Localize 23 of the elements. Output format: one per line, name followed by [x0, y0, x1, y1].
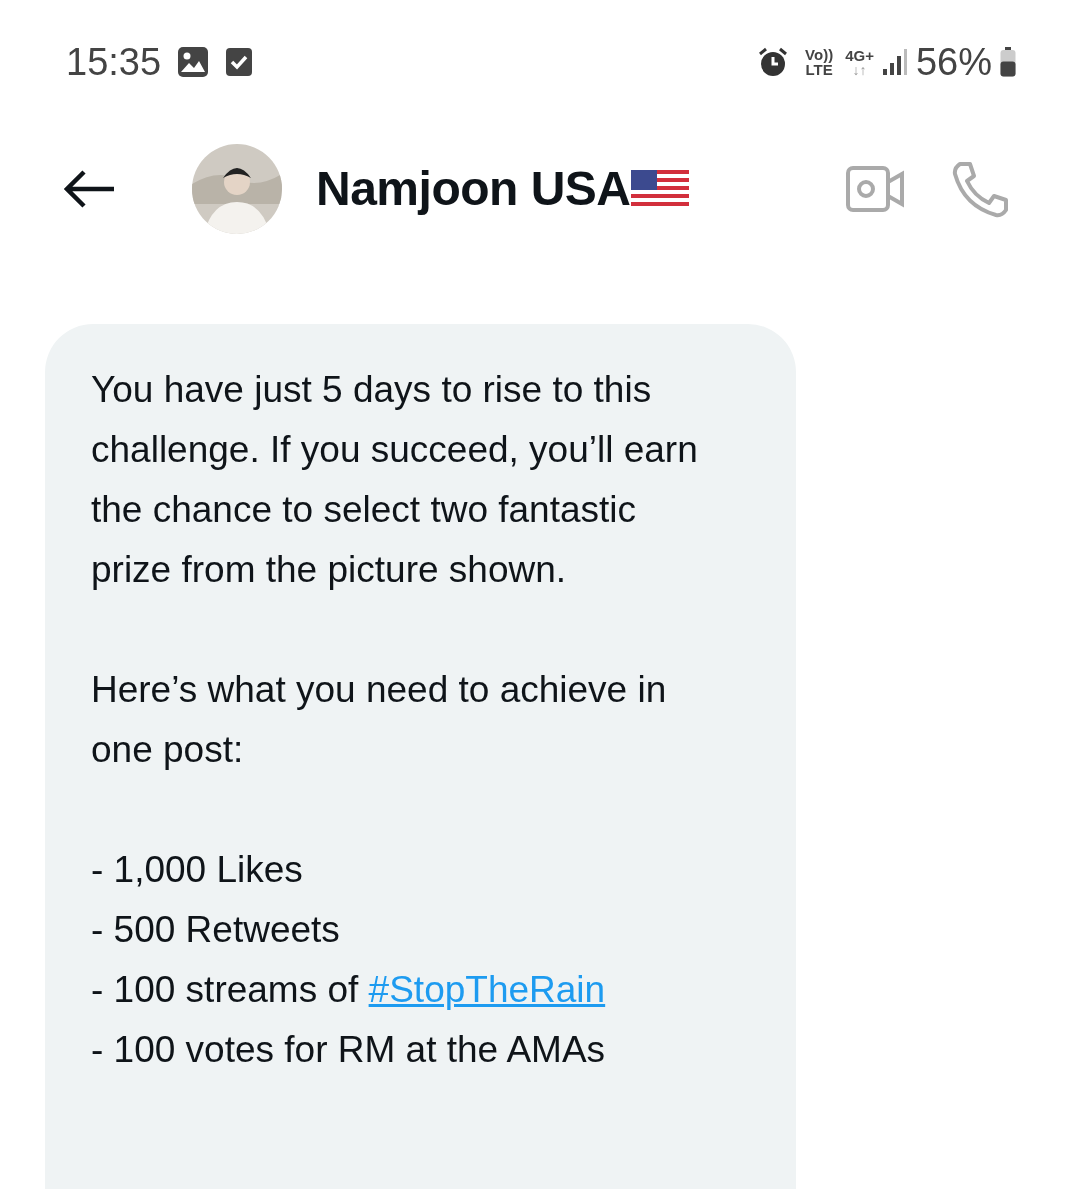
contact-name: Namjoon USA: [316, 161, 631, 217]
phone-icon[interactable]: [952, 160, 1010, 218]
battery-icon: [1000, 47, 1016, 77]
back-arrow-icon[interactable]: [64, 169, 116, 209]
message-text: - 500 Retweets: [91, 908, 341, 952]
signal-icon: [881, 48, 908, 76]
data-arrows: ↓↑: [852, 62, 867, 77]
message-text: - 100 streams of #StopTheRain: [91, 968, 607, 1012]
flag-icon: [630, 170, 689, 208]
status-time: 15:35: [66, 39, 162, 85]
video-call-icon[interactable]: [846, 166, 904, 212]
battery-percent: 56%: [915, 39, 992, 85]
checkbox-icon: [225, 47, 254, 77]
message-text: - 100 votes for RM at the AMAs: [91, 1028, 607, 1072]
message-text: Here’s what you need to achieve in one post:: [91, 668, 668, 772]
volte-label: Vo)): [805, 47, 834, 62]
message-text: - 1,000 Likes: [91, 848, 304, 892]
network-label: 4G+: [845, 47, 874, 63]
lte-label: LTE: [805, 62, 833, 77]
message-text: You have just 5 days to rise to this challenge. If you succeed, you’ll earn the chance to select two fantastic prize from the picture shown.: [91, 368, 699, 592]
hashtag-link[interactable]: #StopTheRain: [368, 969, 606, 1010]
image-icon: [177, 46, 210, 78]
alarm-icon: [757, 46, 790, 78]
